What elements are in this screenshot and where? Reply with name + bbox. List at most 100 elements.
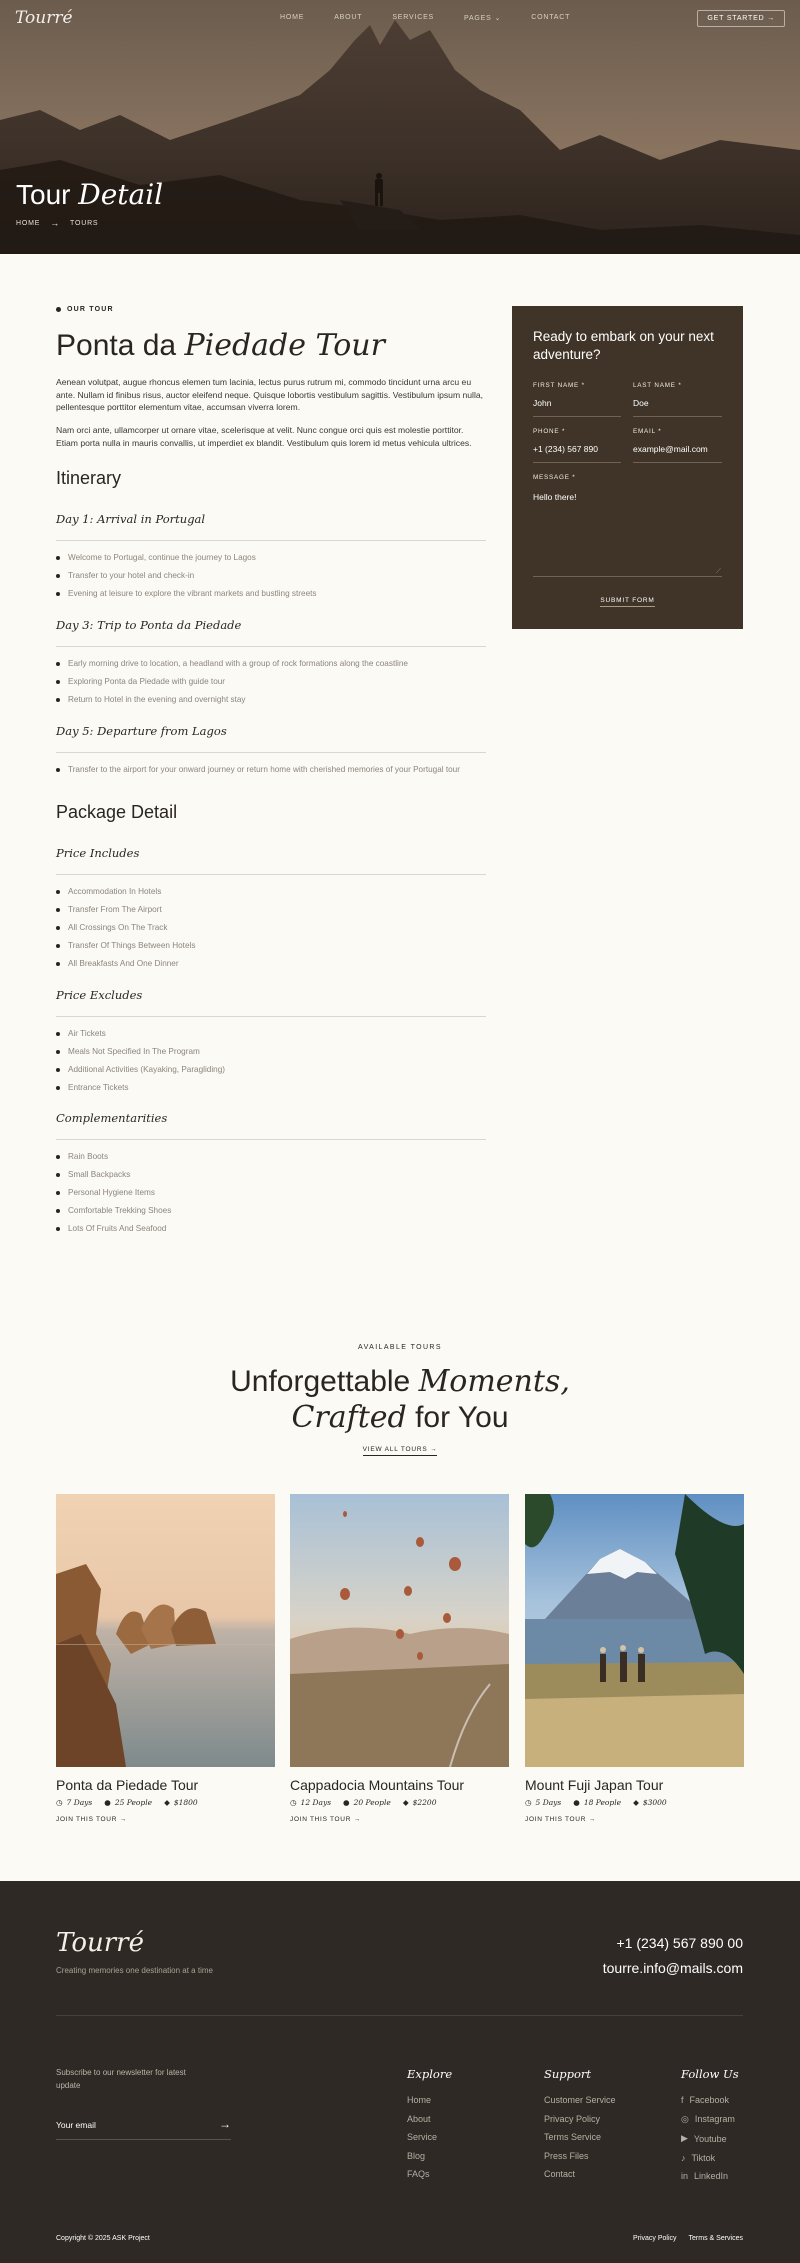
list-item-text: Exploring Ponta da Piedade with guide to…	[68, 677, 226, 686]
day-title: Day 5: Departure from Lagos	[56, 724, 227, 738]
first-name-field[interactable]: John	[533, 398, 551, 408]
view-all-tours-link[interactable]: VIEW ALL TOURS →	[0, 1446, 800, 1456]
list-item-text: Lots Of Fruits And Seafood	[68, 1224, 167, 1233]
footer-link-faqs[interactable]: FAQs	[407, 2169, 452, 2179]
email-label: EMAIL *	[633, 428, 662, 435]
tour-card-title[interactable]: Mount Fuji Japan Tour	[525, 1777, 663, 1793]
footer-logo[interactable]: Tourré	[56, 1928, 144, 1958]
eyebrow-label: OUR TOUR	[67, 306, 114, 313]
tour-card[interactable]: Ponta da Piedade Tour ◷ 7 Days ● 25 People…	[56, 1494, 275, 1823]
join-label: JOIN THIS TOUR	[56, 1816, 118, 1823]
bullet-icon	[56, 1049, 60, 1054]
join-label: JOIN THIS TOUR	[525, 1816, 587, 1823]
page-title-plain: Tour	[16, 179, 79, 210]
list-item: Accommodation In Hotels	[56, 887, 161, 896]
footer-link-contact[interactable]: Contact	[544, 2169, 616, 2179]
nav-home[interactable]: HOME	[280, 14, 304, 22]
footer-link-about[interactable]: About	[407, 2114, 452, 2124]
social-instagram[interactable]: ◎ Instagram	[681, 2114, 739, 2125]
list-item-text: Evening at leisure to explore the vibran…	[68, 589, 317, 598]
field-underline	[633, 416, 722, 417]
nav-pages-label: PAGES	[464, 15, 492, 22]
tour-image-fuji[interactable]	[525, 1494, 744, 1767]
site-logo[interactable]: Tourré	[15, 8, 73, 28]
itinerary-heading: Itinerary	[56, 468, 122, 488]
tour-card-title[interactable]: Ponta da Piedade Tour	[56, 1777, 198, 1793]
submit-form-button[interactable]: SUBMIT FORM	[512, 597, 743, 607]
price: ◆ $2200	[403, 1798, 437, 1807]
phone-field[interactable]: +1 (234) 567 890	[533, 444, 598, 454]
list-item: Early morning drive to location, a headl…	[56, 659, 408, 668]
social-facebook[interactable]: f Facebook	[681, 2095, 739, 2105]
tours-heading-line-2: Crafted for You	[0, 1400, 800, 1436]
bullet-icon	[56, 1226, 60, 1231]
join-tour-link[interactable]: JOIN THIS TOUR →	[56, 1816, 127, 1823]
get-started-button[interactable]: GET STARTED →	[697, 10, 785, 27]
join-label: JOIN THIS TOUR	[290, 1816, 352, 1823]
tour-title-plain: Ponta da	[56, 329, 185, 362]
list-item-text: Early morning drive to location, a headl…	[68, 659, 408, 668]
price-text: $2200	[412, 1798, 437, 1807]
list-item: Personal Hygiene Items	[56, 1188, 155, 1197]
tour-card[interactable]: Mount Fuji Japan Tour ◷ 5 Days ● 18 People…	[525, 1494, 744, 1823]
nav-contact[interactable]: CONTACT	[531, 14, 570, 22]
bullet-icon	[56, 1031, 60, 1036]
newsletter-email-input[interactable]: Your email	[56, 2120, 231, 2140]
list-item-text: Transfer to the airport for your onward …	[68, 765, 460, 774]
footer-phone[interactable]: +1 (234) 567 890 00	[617, 1935, 744, 1951]
tour-card[interactable]: Cappadocia Mountains Tour ◷ 12 Days ● 20 P…	[290, 1494, 509, 1823]
group-size: ● 18 People	[573, 1798, 621, 1807]
terms-link[interactable]: Terms & Services	[689, 2235, 743, 2242]
group-size: ● 20 People	[343, 1798, 391, 1807]
field-underline	[533, 576, 722, 577]
list-item-text: Meals Not Specified In The Program	[68, 1047, 200, 1056]
tour-title-italic: Piedade Tour	[184, 328, 385, 363]
list-item: Comfortable Trekking Shoes	[56, 1206, 171, 1215]
price-text: $3000	[642, 1798, 667, 1807]
person-icon: ●	[343, 1798, 350, 1807]
bullet-icon	[56, 1067, 60, 1072]
newsletter-submit-arrow-icon[interactable]: →	[219, 2117, 231, 2131]
resize-handle-icon[interactable]: ⟋	[716, 568, 721, 576]
footer-link-terms-service[interactable]: Terms Service	[544, 2132, 616, 2142]
tour-image-cappadocia[interactable]	[290, 1494, 509, 1767]
join-tour-link[interactable]: JOIN THIS TOUR →	[525, 1816, 596, 1823]
tour-image-coast[interactable]	[56, 1494, 275, 1767]
message-textarea[interactable]: Hello there!	[533, 492, 722, 572]
last-name-field[interactable]: Doe	[633, 398, 649, 408]
list-item: Evening at leisure to explore the vibran…	[56, 589, 317, 598]
footer-link-privacy-policy[interactable]: Privacy Policy	[544, 2114, 616, 2124]
social-youtube[interactable]: ▶ Youtube	[681, 2133, 739, 2144]
social-linkedin[interactable]: in LinkedIn	[681, 2171, 739, 2181]
footer-link-service[interactable]: Service	[407, 2132, 452, 2142]
arrow-right-icon: →	[50, 218, 61, 228]
group-size-text: 20 People	[353, 1798, 391, 1807]
footer-email[interactable]: tourre.info@mails.com	[603, 1960, 743, 1976]
footer-link-customer-service[interactable]: Customer Service	[544, 2095, 616, 2105]
list-item: Air Tickets	[56, 1029, 106, 1038]
bullet-icon	[56, 1154, 60, 1159]
list-item-text: Welcome to Portugal, continue the journe…	[68, 553, 256, 562]
privacy-policy-link[interactable]: Privacy Policy	[633, 2235, 677, 2242]
email-field[interactable]: example@mail.com	[633, 444, 708, 454]
list-item: Lots Of Fruits And Seafood	[56, 1224, 166, 1233]
tour-description-1: Aenean volutpat, augue rhoncus elemen tu…	[56, 377, 484, 412]
footer-link-blog[interactable]: Blog	[407, 2151, 452, 2161]
tour-card-title[interactable]: Cappadocia Mountains Tour	[290, 1777, 464, 1793]
nav-services[interactable]: SERVICES	[392, 14, 434, 22]
social-tiktok[interactable]: ♪ Tiktok	[681, 2153, 739, 2163]
list-item: Entrance Tickets	[56, 1083, 129, 1092]
clock-icon: ◷	[290, 1798, 297, 1807]
list-item-text: Personal Hygiene Items	[68, 1188, 155, 1197]
nav-pages[interactable]: PAGES ⌄	[464, 14, 501, 22]
tour-card-meta: ◷ 5 Days ● 18 People ◆ $3000	[525, 1798, 667, 1807]
list-item-text: All Breakfasts And One Dinner	[68, 959, 179, 968]
instagram-icon: ◎	[681, 2113, 689, 2124]
join-tour-link[interactable]: JOIN THIS TOUR →	[290, 1816, 361, 1823]
social-label: Youtube	[693, 2133, 727, 2144]
footer-link-press-files[interactable]: Press Files	[544, 2151, 616, 2161]
nav-about[interactable]: ABOUT	[334, 14, 362, 22]
footer-link-home[interactable]: Home	[407, 2095, 452, 2105]
arrow-right-icon: →	[588, 1816, 596, 1823]
breadcrumb-home[interactable]: HOME	[16, 220, 40, 227]
